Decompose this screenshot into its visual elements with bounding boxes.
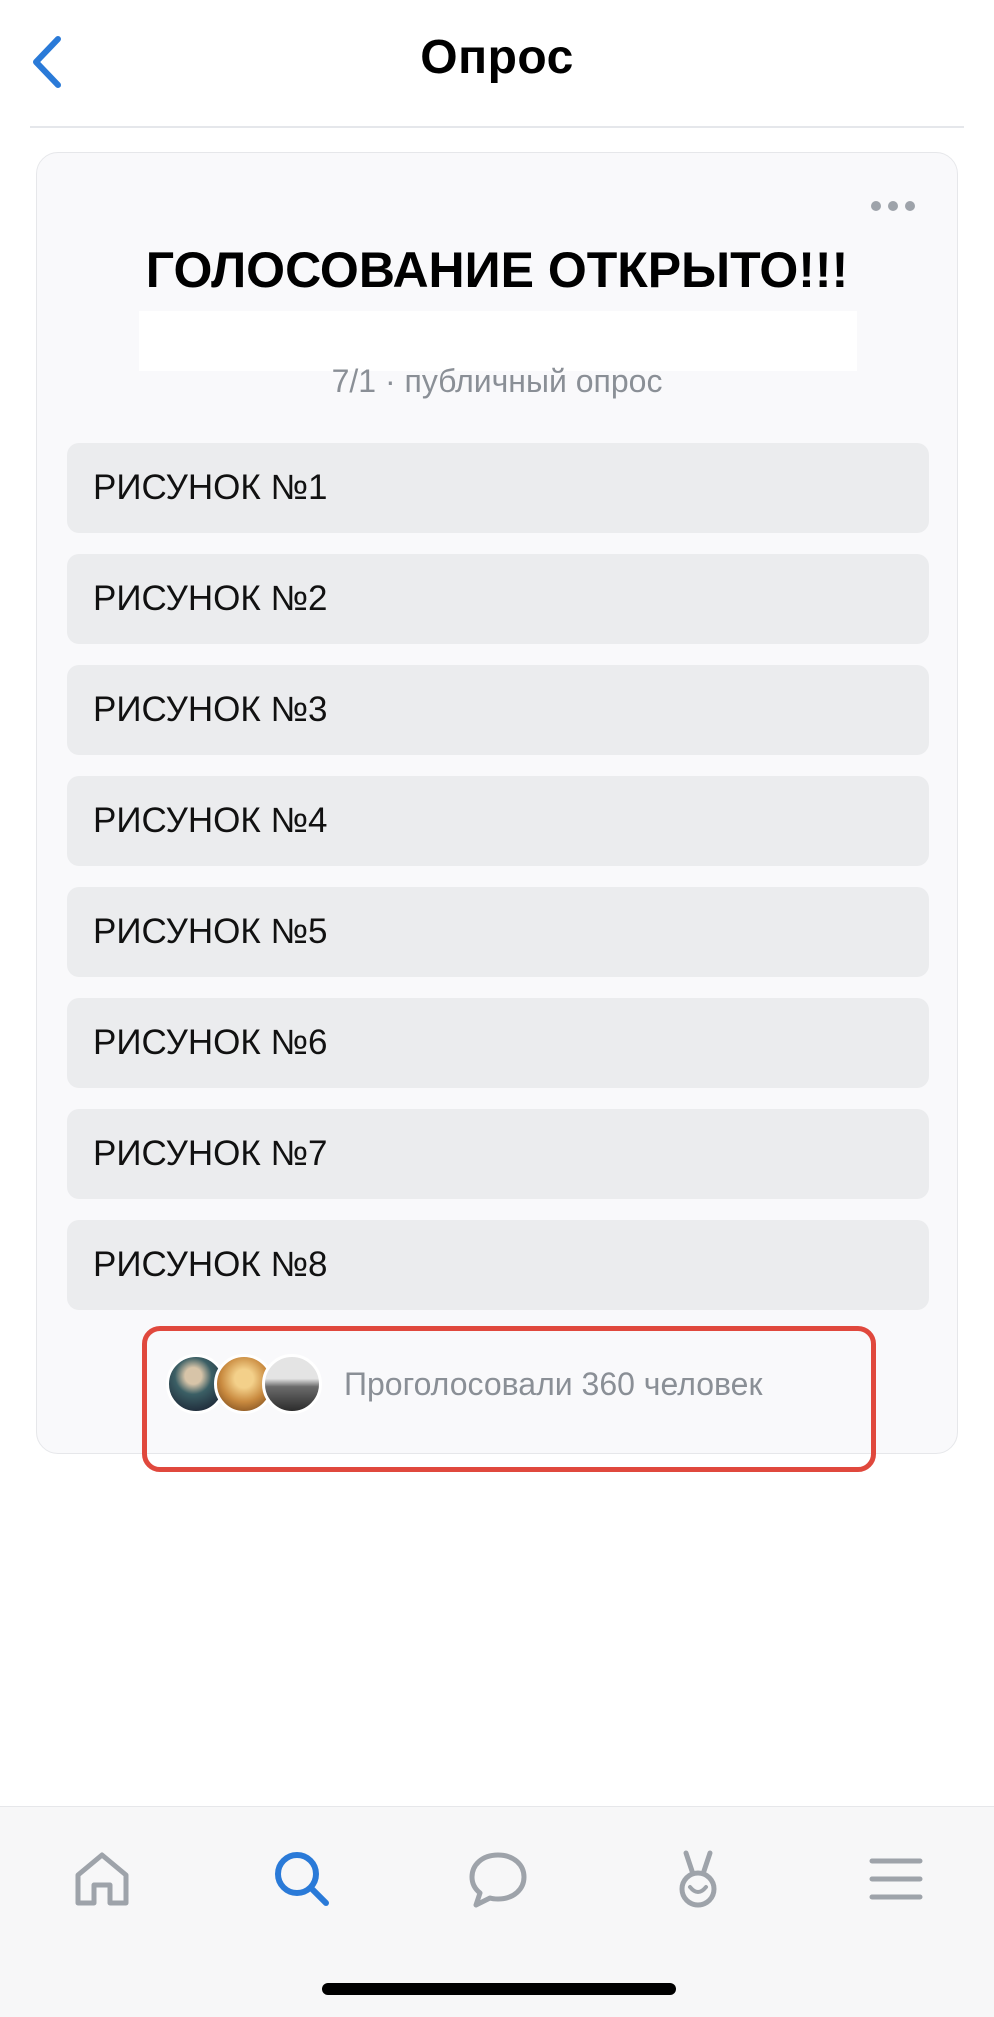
poll-option[interactable]: РИСУНОК №6 — [67, 998, 929, 1088]
redacted-area — [139, 311, 857, 371]
dot — [871, 201, 881, 211]
poll-option[interactable]: РИСУНОК №4 — [67, 776, 929, 866]
poll-card: ГОЛОСОВАНИЕ ОТКРЫТО!!! 7/1 · публичный о… — [36, 152, 958, 1454]
tab-bar — [0, 1806, 994, 2017]
option-label: РИСУНОК №1 — [93, 468, 328, 507]
option-label: РИСУНОК №8 — [93, 1245, 328, 1284]
poll-meta: 7/1 · публичный опрос — [331, 363, 663, 399]
tab-search[interactable] — [262, 1839, 342, 1919]
voters-row[interactable]: Проголосовали 360 человек — [166, 1352, 762, 1416]
messages-icon — [469, 1852, 527, 1908]
option-label: РИСУНОК №2 — [93, 579, 328, 618]
option-label: РИСУНОК №6 — [93, 1023, 328, 1062]
poll-option[interactable]: РИСУНОК №7 — [67, 1109, 929, 1199]
tab-home[interactable] — [62, 1839, 142, 1919]
option-label: РИСУНОК №7 — [93, 1134, 328, 1173]
option-label: РИСУНОК №3 — [93, 690, 328, 729]
voters-count: Проголосовали 360 человек — [344, 1365, 763, 1402]
page-title: Опрос — [420, 31, 574, 84]
poll-option[interactable]: РИСУНОК №3 — [67, 665, 929, 755]
tab-clips[interactable] — [658, 1839, 738, 1919]
more-options-button[interactable] — [871, 201, 915, 211]
home-icon — [75, 1852, 129, 1906]
poll-option[interactable]: РИСУНОК №8 — [67, 1220, 929, 1310]
menu-icon — [869, 1858, 923, 1900]
tab-menu[interactable] — [856, 1839, 936, 1919]
header-divider — [30, 126, 964, 128]
poll-option[interactable]: РИСУНОК №1 — [67, 443, 929, 533]
option-label: РИСУНОК №4 — [93, 801, 328, 840]
dot — [905, 201, 915, 211]
poll-option[interactable]: РИСУНОК №2 — [67, 554, 929, 644]
avatar — [262, 1354, 322, 1414]
search-icon — [275, 1852, 329, 1906]
poll-title: ГОЛОСОВАНИЕ ОТКРЫТО!!! — [145, 242, 849, 298]
clips-icon — [679, 1850, 717, 1908]
option-label: РИСУНОК №5 — [93, 912, 328, 951]
dot — [888, 201, 898, 211]
header: Опрос — [0, 0, 994, 128]
poll-option[interactable]: РИСУНОК №5 — [67, 887, 929, 977]
home-indicator — [322, 1983, 676, 1995]
tab-messages[interactable] — [458, 1839, 538, 1919]
poll-options: РИСУНОК №1 РИСУНОК №2 РИСУНОК №3 РИСУНОК… — [67, 443, 929, 1331]
